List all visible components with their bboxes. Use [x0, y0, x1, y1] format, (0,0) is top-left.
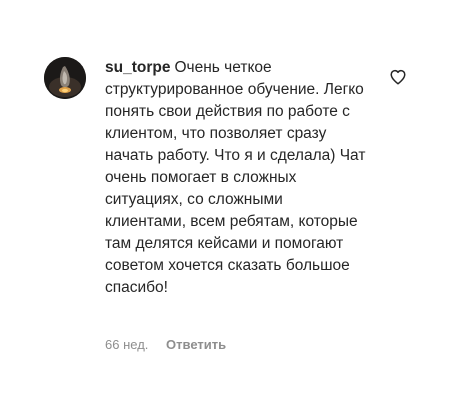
avatar-image [44, 57, 86, 99]
heart-outline-icon [390, 69, 406, 85]
comment-username[interactable]: su_torpe [105, 59, 170, 76]
comment-body: su_torpe Очень четкое структурированное о… [105, 57, 367, 299]
comment-item: su_torpe Очень четкое структурированное о… [0, 0, 452, 413]
comment-timestamp: 66 нед. [105, 337, 149, 352]
comment-text-block: su_torpe Очень четкое структурированное о… [105, 57, 367, 299]
comment-text: Очень четкое структурированное обучение.… [105, 59, 366, 296]
avatar[interactable] [44, 57, 86, 99]
comment-meta: 66 нед. Ответить [105, 336, 226, 354]
reply-button[interactable]: Ответить [166, 337, 226, 352]
like-button[interactable] [389, 68, 407, 86]
